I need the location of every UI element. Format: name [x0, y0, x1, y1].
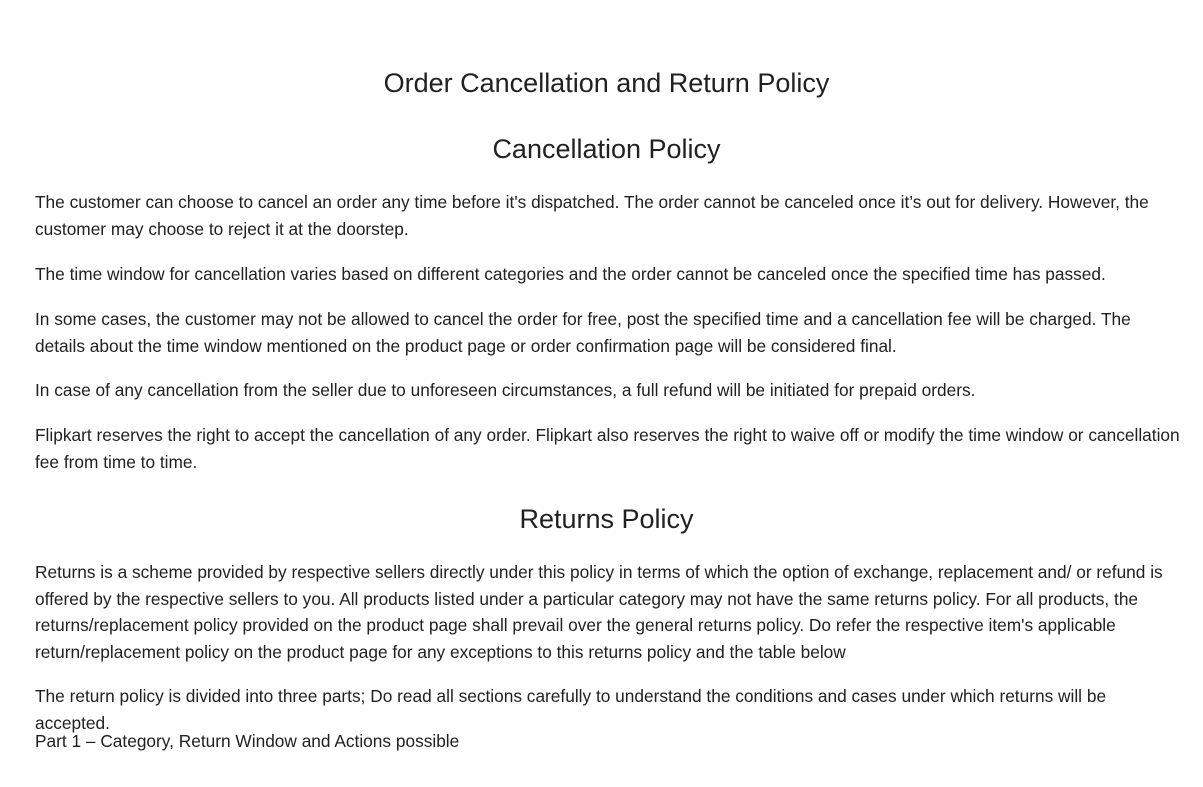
- returns-policy-heading: Returns Policy: [519, 504, 694, 534]
- returns-paragraph: Returns is a scheme provided by respecti…: [35, 562, 1163, 662]
- cancellation-policy-heading: Cancellation Policy: [492, 134, 721, 164]
- page-title: Order Cancellation and Return Policy: [383, 68, 830, 98]
- cancellation-paragraph: In case of any cancellation from the sel…: [35, 380, 976, 400]
- cancellation-paragraph: The customer can choose to cancel an ord…: [35, 192, 1149, 239]
- cancellation-paragraph: Flipkart reserves the right to accept th…: [35, 425, 1180, 472]
- returns-part-1-label: Part 1 – Category, Return Window and Act…: [35, 731, 460, 751]
- cancellation-paragraph: In some cases, the customer may not be a…: [35, 309, 1131, 356]
- policy-page: Order Cancellation and Return Policy Can…: [0, 0, 1203, 787]
- cancellation-paragraph: The time window for cancellation varies …: [35, 264, 1106, 284]
